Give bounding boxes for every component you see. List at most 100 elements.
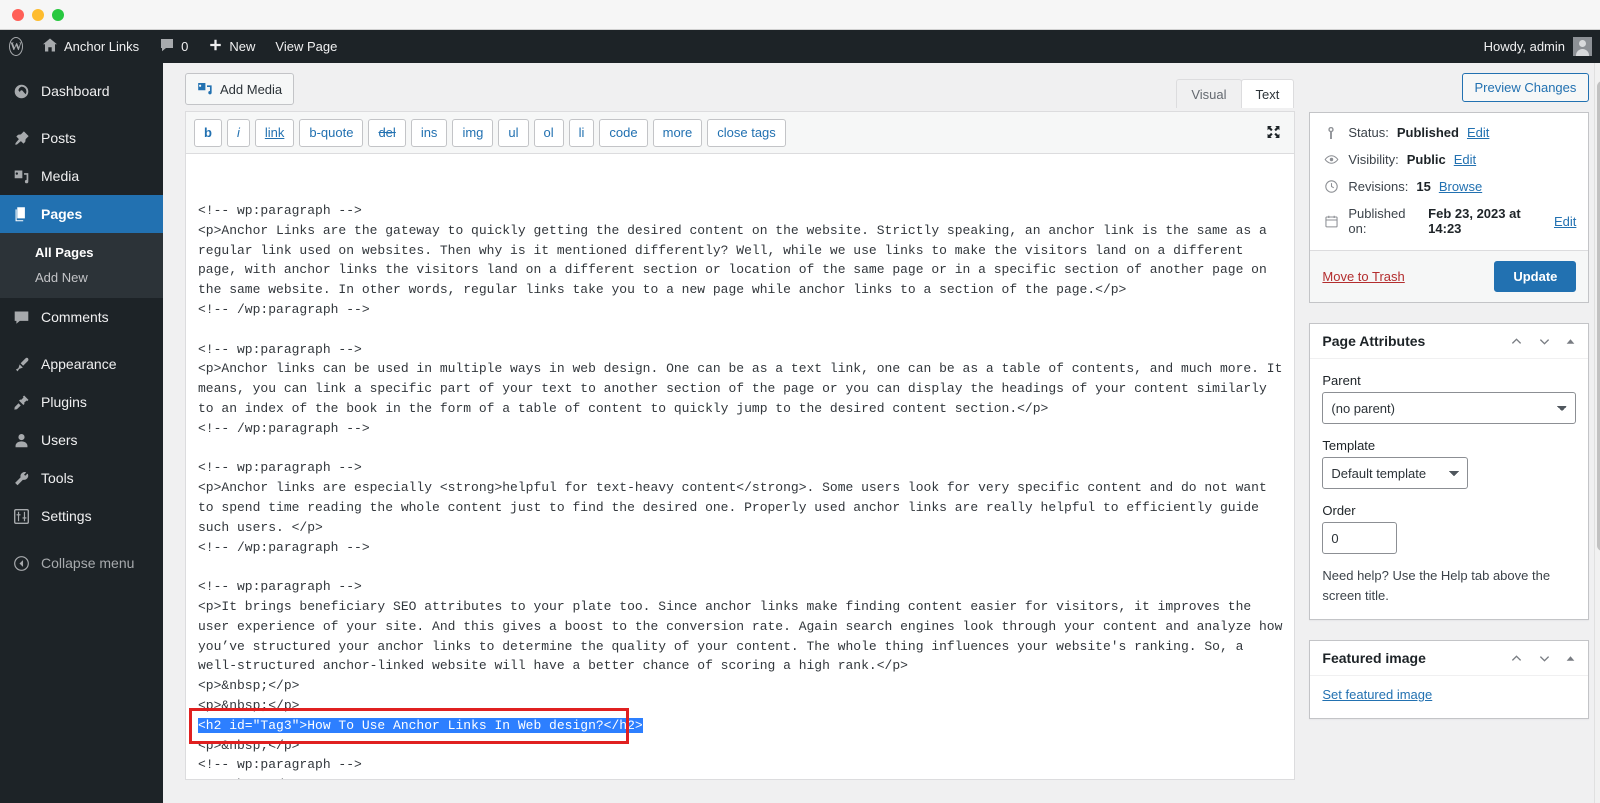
qt-link-button[interactable]: link [254,119,295,147]
admin-content: Add Media Visual Text b i link b-quote d… [163,63,1600,803]
scroll-up-arrow-icon[interactable]: ▲ [1595,63,1600,78]
qt-italic-button[interactable]: i [226,119,250,147]
code-line: <!-- /wp:paragraph --> [198,539,370,555]
collapse-menu-button[interactable]: Collapse menu [0,544,163,582]
sidebar-item-posts[interactable]: Posts [0,119,163,157]
revisions-value: 15 [1416,179,1431,194]
fullscreen-icon[interactable] [1265,124,1282,141]
qt-close-tags-button[interactable]: close tags [707,119,786,147]
eye-icon [1322,152,1340,167]
qt-code-button[interactable]: code [599,119,648,147]
avatar [1573,37,1592,56]
browse-revisions-link[interactable]: Browse [1439,179,1482,194]
sidebar-item-appearance[interactable]: Appearance [0,345,163,383]
qt-img-button[interactable]: img [452,119,494,147]
code-line: <!-- wp:paragraph --> [198,460,362,476]
code-line: <p>Anchor links are especially <strong>h… [198,480,1267,496]
qt-bquote-button[interactable]: b-quote [299,119,364,147]
set-featured-image-link[interactable]: Set featured image [1322,687,1432,702]
wordpress-logo-icon[interactable]: W [0,30,32,63]
new-content-menu[interactable]: New [198,30,265,63]
qt-li-button[interactable]: li [568,119,595,147]
qt-ins-button[interactable]: ins [410,119,448,147]
site-name-label: Anchor Links [64,39,140,54]
code-line: well-structured anchor-linked website wi… [198,658,908,674]
sidebar-item-settings[interactable]: Settings [0,497,163,535]
published-on-row: Published on: Feb 23, 2023 at 14:23 Edit [1322,200,1576,242]
code-line: means, you can link a specific part of y… [198,381,1267,397]
settings-icon [11,506,31,526]
code-line: <!-- wp:paragraph --> [198,203,362,219]
sidebar-item-add-new[interactable]: Add New [0,265,163,290]
qt-del-button[interactable]: del [368,119,406,147]
minimize-window-button[interactable] [32,8,44,21]
comment-icon [11,307,31,327]
sidebar-item-label: Pages [41,205,83,222]
sidebar-item-tools[interactable]: Tools [0,459,163,497]
publish-box: Status: Published Edit Visibility: Publi… [1309,112,1590,303]
page-attributes-body: Parent (no parent) Template Default temp… [1310,359,1588,619]
parent-select[interactable]: (no parent) [1322,392,1577,424]
site-name-menu[interactable]: Anchor Links [32,30,149,63]
sidebar-item-all-pages[interactable]: All Pages [0,240,163,265]
move-to-trash-link[interactable]: Move to Trash [1322,269,1404,284]
editor-mode-tabs: Visual Text [1176,79,1295,108]
status-value: Published [1396,125,1459,140]
edit-status-link[interactable]: Edit [1467,125,1489,140]
comments-bubble[interactable]: 0 [149,30,198,63]
move-down-icon[interactable] [1537,334,1552,349]
brush-icon [11,354,31,374]
page-attributes-header: Page Attributes [1310,324,1589,359]
update-button[interactable]: Update [1494,261,1577,292]
close-window-button[interactable] [12,8,24,21]
visibility-row: Visibility: Public Edit [1322,146,1576,173]
publish-column: Preview Changes Status: Published Edit V… [1309,73,1600,803]
publish-major-actions: Move to Trash Update [1310,250,1589,302]
qt-ol-button[interactable]: ol [533,119,564,147]
sidebar-item-dashboard[interactable]: Dashboard [0,72,163,110]
published-value: Feb 23, 2023 at 14:23 [1428,206,1521,236]
scroll-down-arrow-icon[interactable]: ▼ [1595,788,1600,803]
code-line: <!-- /wp:paragraph --> [198,302,370,318]
code-line: <p>&nbsp;</p> [198,698,300,714]
view-page-link[interactable]: View Page [265,30,347,63]
qt-ul-button[interactable]: ul [498,119,529,147]
maximize-window-button[interactable] [52,8,64,21]
parent-label: Parent [1322,373,1361,388]
move-up-icon[interactable] [1509,651,1524,666]
my-account-menu[interactable]: Howdy, admin [1484,37,1600,56]
tab-text[interactable]: Text [1240,79,1295,108]
edit-published-link[interactable]: Edit [1554,214,1576,229]
order-input[interactable] [1322,522,1398,554]
sidebar-item-comments[interactable]: Comments [0,298,163,336]
sidebar-item-pages[interactable]: Pages [0,195,163,233]
move-down-icon[interactable] [1537,651,1552,666]
template-select[interactable]: Default template [1322,457,1469,489]
toggle-panel-icon[interactable] [1565,653,1576,664]
box-handle-actions [1509,651,1576,666]
move-up-icon[interactable] [1509,334,1524,349]
code-line: <!-- /wp:paragraph --> [198,420,370,436]
qt-bold-button[interactable]: b [194,119,222,147]
sidebar-item-users[interactable]: Users [0,421,163,459]
preview-changes-button[interactable]: Preview Changes [1461,73,1590,102]
text-editor-textarea[interactable]: <!-- wp:paragraph --> <p>Anchor Links are… [186,153,1295,779]
sidebar-item-plugins[interactable]: Plugins [0,383,163,421]
preview-row: Preview Changes [1309,73,1590,112]
code-line: <!-- wp:paragraph --> [198,341,362,357]
toggle-panel-icon[interactable] [1565,336,1576,347]
edit-visibility-link[interactable]: Edit [1454,152,1476,167]
dashboard-icon [11,81,31,101]
code-line: <p>Anchor Links are the gateway to quick… [198,222,1267,238]
page-attributes-help: Need help? Use the Help tab above the sc… [1322,568,1551,603]
add-media-button[interactable]: Add Media [185,73,295,105]
page-scrollbar[interactable]: ▲ ▼ [1594,63,1600,803]
howdy-label: Howdy, admin [1483,39,1565,54]
code-line: such users. </p> [198,519,323,535]
qt-more-button[interactable]: more [652,119,703,147]
box-handle-actions [1509,334,1576,349]
tab-visual[interactable]: Visual [1176,79,1242,108]
traffic-lights [12,8,64,21]
sidebar-item-media[interactable]: Media [0,157,163,195]
